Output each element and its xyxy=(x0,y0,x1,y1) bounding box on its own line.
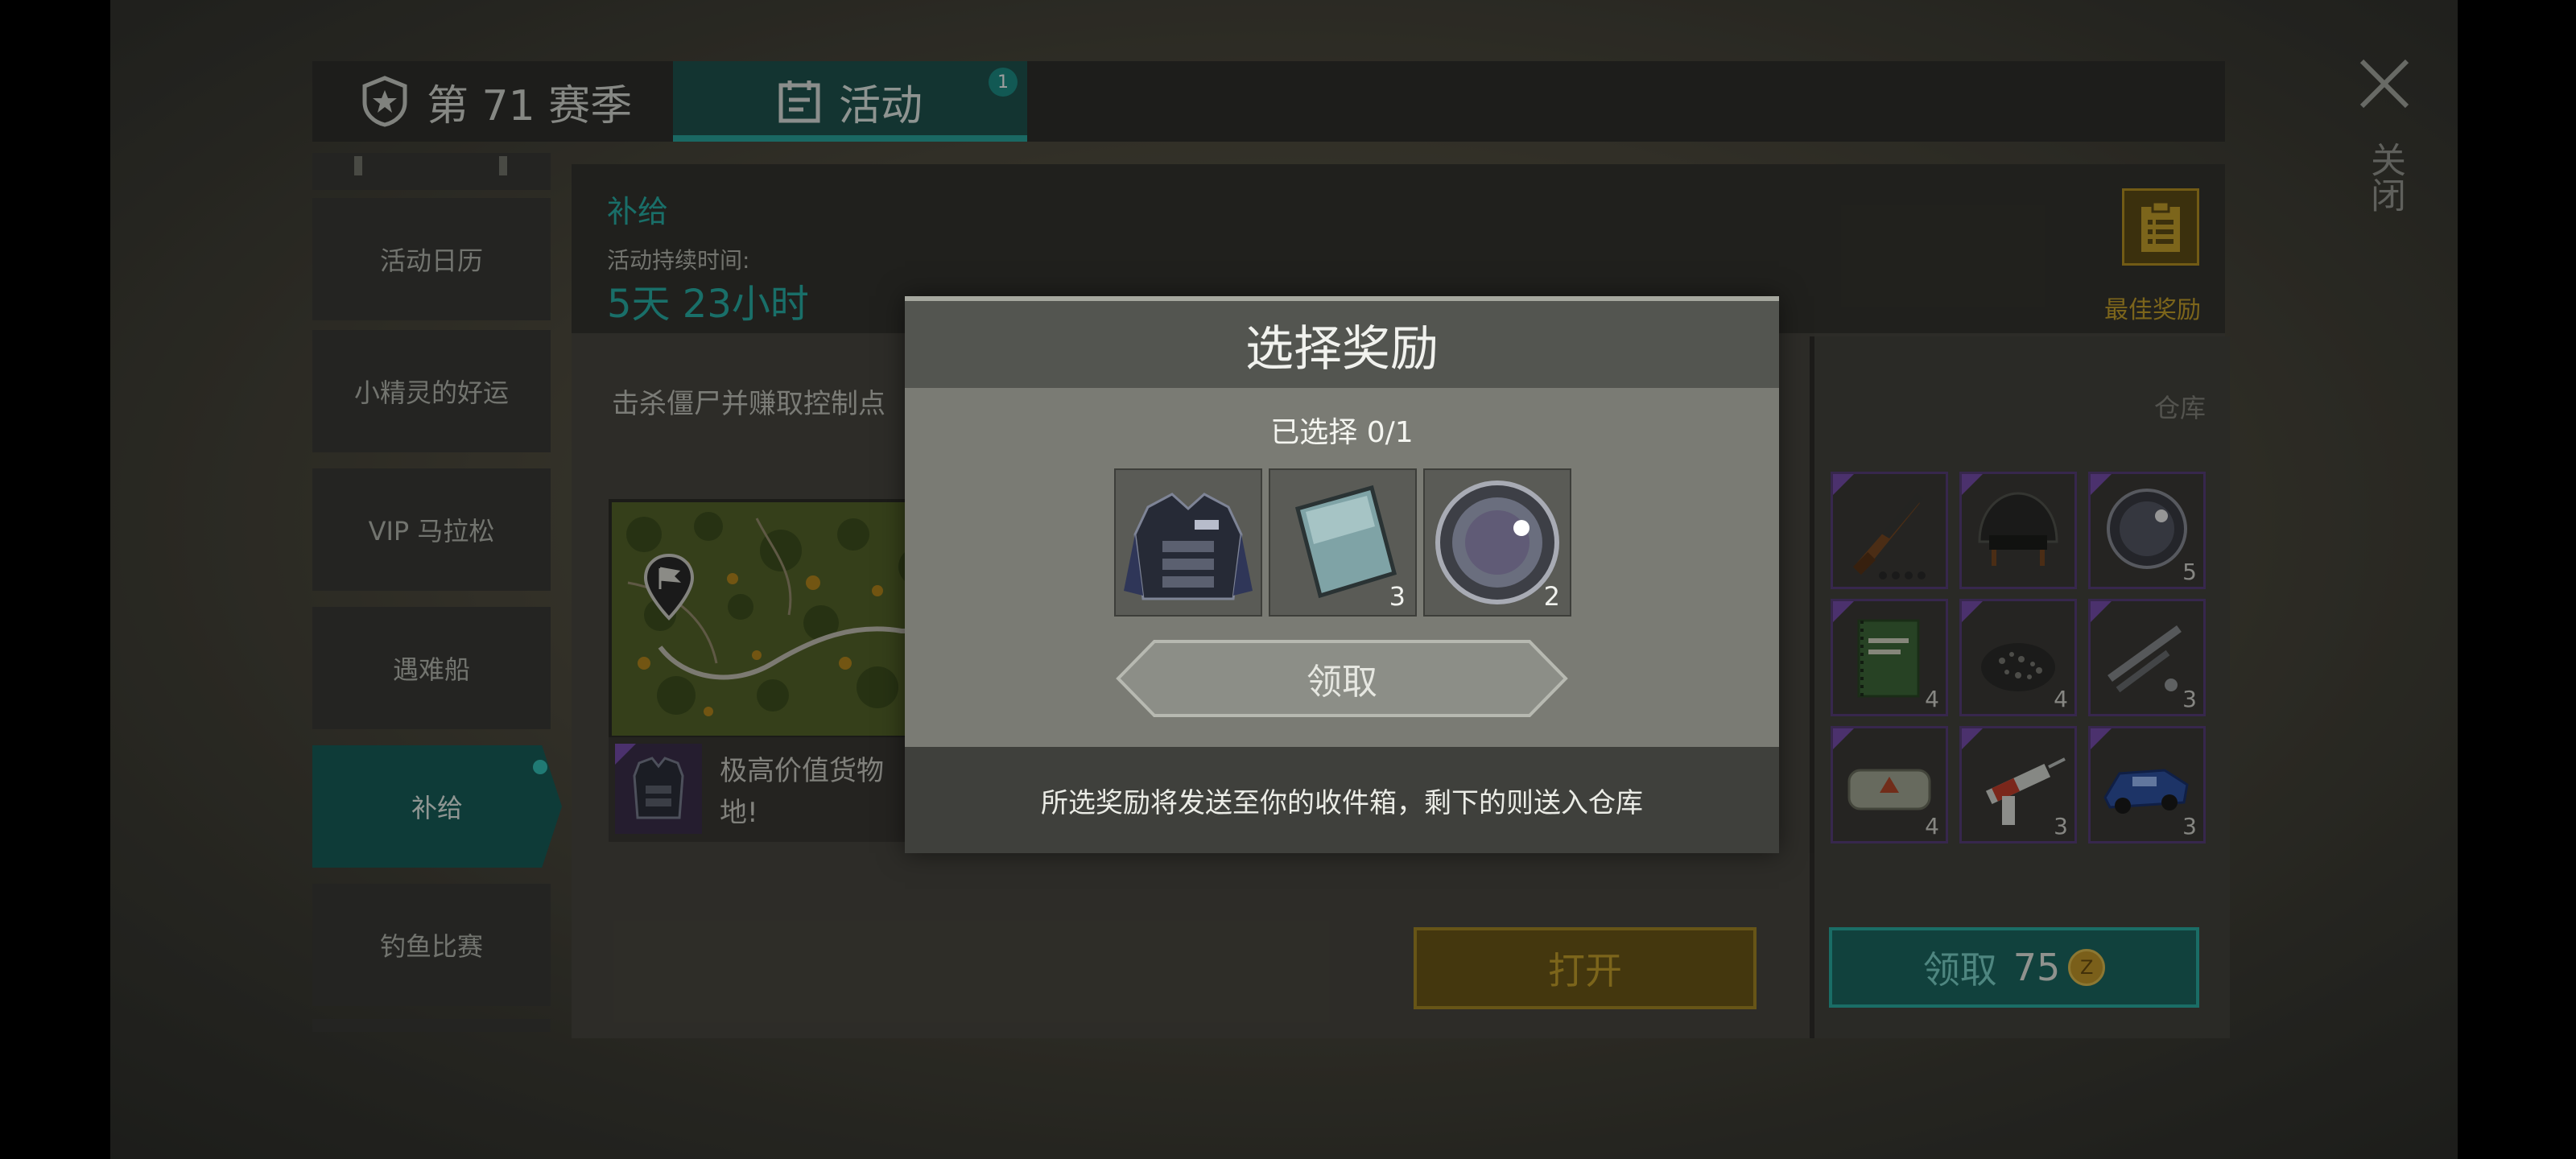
reward-option[interactable] xyxy=(1114,468,1262,617)
letterbox-right xyxy=(2458,0,2576,1159)
dialog-claim-label: 领取 xyxy=(1307,662,1377,703)
letterbox-left xyxy=(0,0,110,1159)
game-screen: 第 71 赛季 活动 1 关闭 活动日历 小精灵的好运 VIP 马拉松 遇难船 … xyxy=(0,0,2576,1159)
selection-count: 已选择 0/1 xyxy=(1270,416,1414,449)
select-reward-dialog: 选择奖励 已选择 0/1 3 2 领取 所选奖励将发送至你的收件箱，剩下的则送入… xyxy=(905,296,1779,853)
dialog-claim-button[interactable]: 领取 xyxy=(1116,639,1568,718)
reward-count: 2 xyxy=(1543,581,1560,612)
reward-option[interactable]: 2 xyxy=(1423,468,1571,617)
dialog-footer-note: 所选奖励将发送至你的收件箱，剩下的则送入仓库 xyxy=(905,747,1779,853)
armor-vest-icon xyxy=(1124,493,1253,600)
reward-option[interactable]: 3 xyxy=(1269,468,1417,617)
reward-count: 3 xyxy=(1389,581,1406,612)
dialog-title: 选择奖励 xyxy=(905,301,1779,388)
